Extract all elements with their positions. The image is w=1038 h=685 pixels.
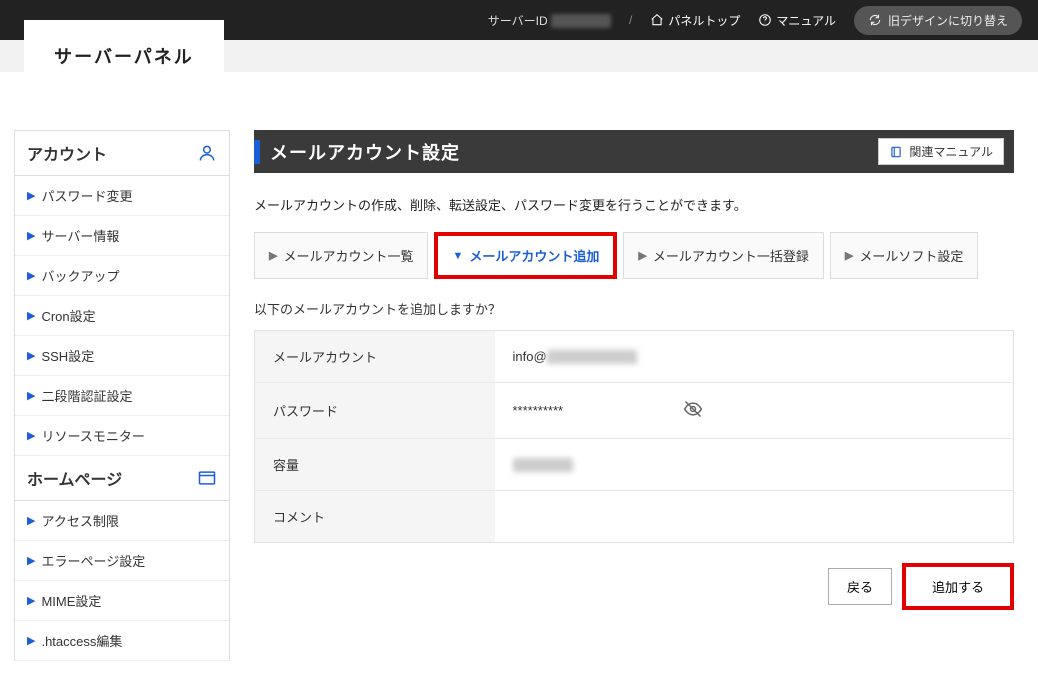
sidebar-section-homepage-label: ホームページ (27, 466, 122, 490)
tab-label: メールアカウント一括登録 (653, 246, 809, 265)
sidebar-item-htaccess[interactable]: ▶ .htaccess編集 (15, 621, 229, 661)
confirm-text: 以下のメールアカウントを追加しますか？ (254, 299, 1014, 318)
row-capacity-value (495, 439, 1014, 491)
chevron-right-icon: ▶ (27, 429, 35, 442)
sidebar-item-label: SSH設定 (41, 346, 94, 365)
tab-mail-account-list[interactable]: ▶ メールアカウント一覧 (254, 232, 428, 279)
tab-mail-account-bulk[interactable]: ▶ メールアカウント一括登録 (623, 232, 823, 279)
visibility-off-icon[interactable] (683, 399, 703, 422)
page-title: メールアカウント設定 (270, 139, 460, 165)
separator: / (629, 13, 632, 27)
logo: サーバーパネル (24, 20, 224, 92)
switch-design-button[interactable]: 旧デザインに切り替え (854, 6, 1022, 35)
panel-top-link[interactable]: パネルトップ (650, 12, 740, 29)
help-icon (758, 13, 772, 27)
related-manual-button[interactable]: 関連マニュアル (878, 138, 1004, 165)
home-icon (650, 13, 664, 27)
row-password-masked: ********** (513, 403, 564, 418)
row-comment-label: コメント (255, 491, 495, 543)
sidebar-item-label: サーバー情報 (41, 226, 119, 245)
sidebar-section-account-label: アカウント (27, 141, 107, 165)
tab-label: メールアカウント一覧 (283, 246, 413, 265)
sidebar-item-server-info[interactable]: ▶ サーバー情報 (15, 216, 229, 256)
related-manual-label: 関連マニュアル (909, 143, 993, 160)
chevron-right-icon: ▶ (27, 309, 35, 322)
refresh-icon (868, 13, 882, 27)
main-content: メールアカウント設定 関連マニュアル メールアカウントの作成、削除、転送設定、パ… (254, 130, 1014, 610)
blurred-capacity (513, 458, 573, 472)
main-title-bar: メールアカウント設定 関連マニュアル (254, 130, 1014, 173)
manual-link[interactable]: マニュアル (758, 12, 836, 29)
sidebar-item-password-change[interactable]: ▶ パスワード変更 (15, 176, 229, 216)
chevron-right-icon: ▶ (27, 554, 35, 567)
chevron-right-icon: ▶ (845, 249, 853, 262)
row-mail-account-value: info@ (495, 331, 1014, 383)
sidebar-item-2fa[interactable]: ▶ 二段階認証設定 (15, 376, 229, 416)
sidebar: アカウント ▶ パスワード変更 ▶ サーバー情報 ▶ バックアップ ▶ Cron設定 ▶… (14, 130, 230, 661)
sidebar-item-backup[interactable]: ▶ バックアップ (15, 256, 229, 296)
confirm-table: メールアカウント info@ パスワード ********** (254, 330, 1014, 543)
chevron-right-icon: ▶ (27, 229, 35, 242)
book-icon (889, 145, 903, 159)
tab-mail-account-add[interactable]: ▼ メールアカウント追加 (434, 232, 617, 279)
row-mail-account-value-text: info@ (513, 349, 547, 364)
row-comment-value (495, 491, 1014, 543)
window-icon (197, 468, 217, 488)
logo-text: サーバーパネル (54, 43, 194, 69)
tabs: ▶ メールアカウント一覧 ▼ メールアカウント追加 ▶ メールアカウント一括登録 ▶ メ… (254, 232, 1014, 279)
sidebar-item-access-restriction[interactable]: ▶ アクセス制限 (15, 501, 229, 541)
chevron-right-icon: ▶ (269, 249, 277, 262)
sidebar-item-mime[interactable]: ▶ MIME設定 (15, 581, 229, 621)
chevron-right-icon: ▶ (27, 594, 35, 607)
switch-design-label: 旧デザインに切り替え (888, 12, 1008, 29)
chevron-right-icon: ▶ (27, 269, 35, 282)
sidebar-item-ssh[interactable]: ▶ SSH設定 (15, 336, 229, 376)
row-mail-account-label: メールアカウント (255, 331, 495, 383)
sidebar-item-label: アクセス制限 (41, 511, 118, 530)
manual-label: マニュアル (776, 12, 836, 29)
sidebar-section-homepage-title: ホームページ (15, 456, 229, 501)
sidebar-item-label: .htaccess編集 (41, 631, 122, 650)
chevron-right-icon: ▶ (27, 634, 35, 647)
sidebar-item-error-page[interactable]: ▶ エラーページ設定 (15, 541, 229, 581)
row-password-label: パスワード (255, 383, 495, 439)
sidebar-section-account-title: アカウント (15, 131, 229, 176)
chevron-right-icon: ▶ (27, 189, 35, 202)
main-description: メールアカウントの作成、削除、転送設定、パスワード変更を行うことができます。 (254, 195, 1014, 214)
chevron-right-icon: ▶ (27, 349, 35, 362)
sidebar-item-label: MIME設定 (41, 591, 101, 610)
chevron-right-icon: ▶ (638, 249, 646, 262)
back-button[interactable]: 戻る (828, 568, 892, 605)
tab-label: メールソフト設定 (859, 246, 963, 265)
sidebar-item-label: パスワード変更 (41, 186, 132, 205)
sidebar-item-cron[interactable]: ▶ Cron設定 (15, 296, 229, 336)
server-id-label: サーバーID (488, 14, 548, 28)
sidebar-item-resource-monitor[interactable]: ▶ リソースモニター (15, 416, 229, 456)
sidebar-item-label: バックアップ (41, 266, 119, 285)
row-capacity-label: 容量 (255, 439, 495, 491)
title-accent (254, 140, 260, 164)
chevron-right-icon: ▶ (27, 514, 35, 527)
sidebar-item-label: リソースモニター (41, 426, 144, 445)
sidebar-item-label: Cron設定 (41, 306, 95, 325)
chevron-right-icon: ▶ (27, 389, 35, 402)
tab-mail-software[interactable]: ▶ メールソフト設定 (830, 232, 978, 279)
server-id-group: サーバーID (488, 12, 611, 29)
user-icon (197, 143, 217, 163)
row-password-value: ********** (495, 383, 1014, 439)
sidebar-item-label: エラーページ設定 (41, 551, 145, 570)
blurred-domain (547, 350, 637, 364)
chevron-down-icon: ▼ (452, 250, 463, 262)
panel-top-label: パネルトップ (668, 12, 740, 29)
server-id-value (551, 14, 611, 28)
tab-label: メールアカウント追加 (469, 246, 599, 265)
sidebar-item-label: 二段階認証設定 (41, 386, 132, 405)
